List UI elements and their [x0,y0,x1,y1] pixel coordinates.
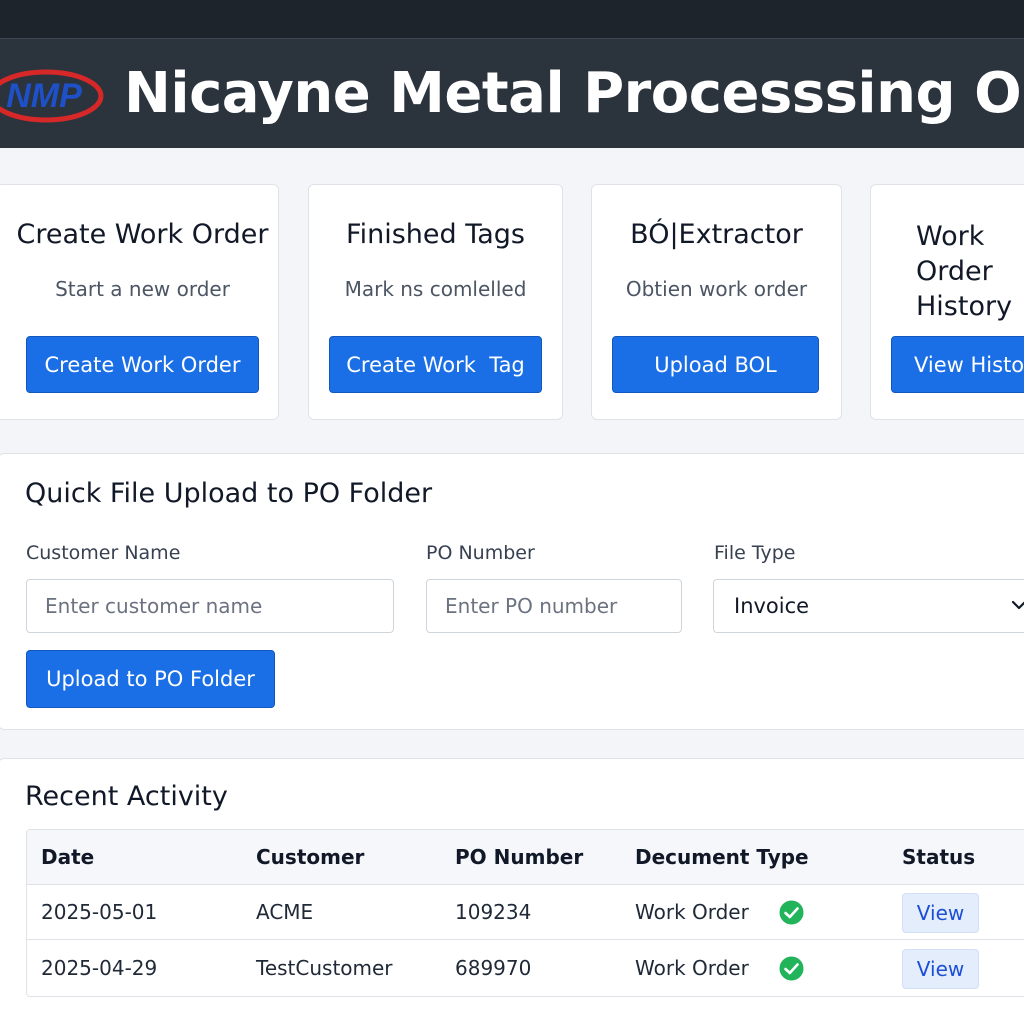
table-header-row: Date Customer PO Number Decument Type St… [27,830,1024,885]
create-work-order-card: Create Work Order Start a new order Crea… [0,184,279,420]
activity-table: Date Customer PO Number Decument Type St… [26,829,1024,997]
work-order-history-card: Work Order History View History [870,184,1024,420]
file-type-select[interactable]: Invoice [713,579,1024,633]
check-circle-icon [779,956,804,981]
card-subtitle: Start a new order [55,277,230,301]
quick-upload-panel: Quick File Upload to PO Folder Customer … [0,453,1024,730]
upload-to-po-folder-button[interactable]: Upload to PO Folder [26,650,275,708]
chevron-down-icon [1011,600,1024,610]
po-number-label: PO Number [426,542,535,564]
po-number-cell: 109234 [455,900,532,924]
po-number-input[interactable] [426,579,682,633]
recent-activity-panel: Recent Activity Date Customer PO Number … [0,758,1024,1024]
customer-cell: TestCustomer [256,956,393,980]
bol-extractor-card: BÓ|Extractor Obtien work order Upload BO… [591,184,842,420]
column-header-document-type: Decument Type [635,845,809,869]
view-button[interactable]: View [902,949,979,989]
table-row: 2025-04-29 TestCustomer 689970 Work Orde… [27,941,1024,996]
upload-bol-button[interactable]: Upload BOL [612,336,819,393]
table-row: 2025-05-01 ACME 109234 Work Order View [27,885,1024,940]
column-header-status: Status [902,845,976,869]
card-title: Create Work Order [16,219,269,250]
create-work-tag-button[interactable]: Create Work Tag [329,336,542,393]
date-cell: 2025-04-29 [41,956,158,980]
app-header: NMP Nicayne Metal Processsing OS [0,38,1024,148]
customer-name-input[interactable] [26,579,394,633]
view-history-button[interactable]: View History [891,336,1024,393]
top-bar [0,0,1024,38]
customer-cell: ACME [256,900,314,924]
card-title: Work Order History [916,221,1013,322]
finished-tags-card: Finished Tags Mark ns comlelled Create W… [308,184,563,420]
customer-name-label: Customer Name [26,542,181,564]
create-work-order-button[interactable]: Create Work Order [26,336,259,393]
document-type-cell: Work Order [635,900,749,924]
upload-panel-title: Quick File Upload to PO Folder [25,478,433,509]
check-circle-icon [779,900,804,925]
svg-text:NMP: NMP [6,77,82,115]
column-header-po-number: PO Number [455,845,584,869]
po-number-cell: 689970 [455,956,532,980]
card-subtitle: Obtien work order [625,277,808,301]
card-title: Finished Tags [346,219,525,250]
card-subtitle: Mark ns comlelled [344,277,527,301]
recent-activity-title: Recent Activity [25,781,228,812]
column-header-customer: Customer [256,845,365,869]
nmp-logo: NMP [0,69,104,123]
date-cell: 2025-05-01 [41,900,158,924]
file-type-label: File Type [714,542,796,564]
column-header-date: Date [41,845,95,869]
app-title: Nicayne Metal Processsing OS [124,61,1024,126]
file-type-value: Invoice [734,594,810,618]
document-type-cell: Work Order [635,956,749,980]
card-title: BÓ|Extractor [630,219,803,250]
view-button[interactable]: View [902,893,979,933]
